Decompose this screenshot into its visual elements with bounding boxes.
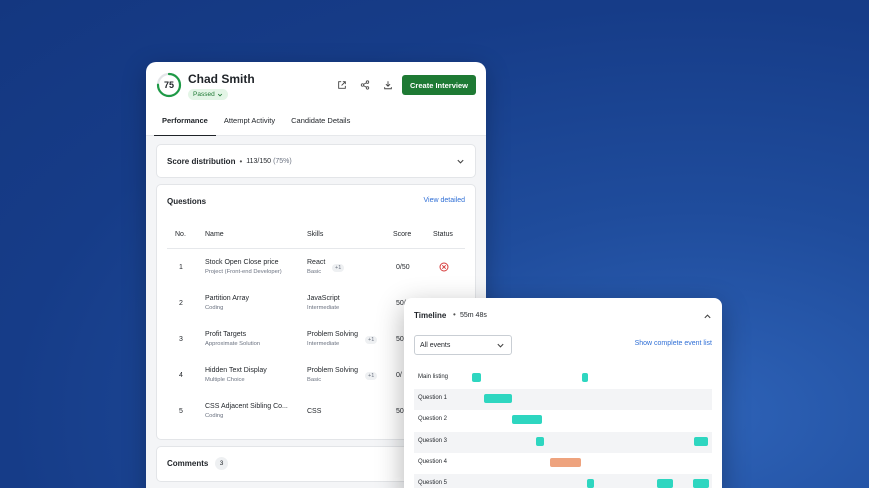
- score-distribution-title: Score distribution: [167, 156, 236, 166]
- timeline-event-bar[interactable]: [582, 373, 589, 382]
- tab-attempt-activity[interactable]: Attempt Activity: [216, 110, 283, 136]
- score-distribution-score: 113/150: [246, 157, 272, 165]
- comments-title: Comments: [167, 459, 209, 468]
- score-value: 75: [163, 80, 174, 90]
- column-header-name: Name: [205, 231, 224, 238]
- question-skill: React: [307, 259, 326, 266]
- table-row[interactable]: 1 Stock Open Close price Project (Front-…: [167, 250, 465, 286]
- question-type: Coding: [205, 413, 224, 419]
- column-header-no: No.: [175, 231, 186, 238]
- question-type: Coding: [205, 305, 224, 311]
- question-number: 3: [179, 336, 183, 343]
- question-name: Hidden Text Display: [205, 367, 267, 374]
- tab-candidate-details[interactable]: Candidate Details: [283, 110, 358, 136]
- extra-skills-badge: +1: [365, 336, 378, 344]
- create-interview-button[interactable]: Create Interview: [402, 75, 476, 95]
- tab-bar: Performance Attempt Activity Candidate D…: [154, 110, 358, 137]
- chevron-down-icon[interactable]: [456, 157, 465, 166]
- question-type: Approximate Solution: [205, 341, 261, 347]
- event-filter-select[interactable]: All events: [414, 335, 512, 355]
- extra-skills-badge: +1: [332, 264, 345, 272]
- question-type: Multiple Choice: [205, 377, 245, 383]
- view-detailed-link[interactable]: View detailed: [423, 197, 465, 204]
- timeline-event-bar[interactable]: [536, 436, 544, 446]
- timeline-row-label: Question 2: [418, 416, 448, 423]
- question-number: 1: [179, 264, 183, 271]
- question-skill-level: Basic: [307, 269, 322, 275]
- timeline-event-bar[interactable]: [484, 394, 513, 404]
- questions-title: Questions: [167, 197, 207, 206]
- question-score: 0/: [396, 372, 402, 379]
- status-badge-label: Passed: [193, 91, 215, 98]
- timeline-row: Main listing: [414, 368, 712, 389]
- timeline-row-label: Question 4: [418, 458, 448, 465]
- timeline-rows: Main listing Question 1 Question 2 Question…: [414, 368, 712, 488]
- question-name: CSS Adjacent Sibling Co...: [205, 403, 288, 410]
- question-skill: Problem Solving: [307, 367, 358, 374]
- share-icon[interactable]: [358, 78, 372, 92]
- candidate-header: 75 Chad Smith Passed Create Interview Pe…: [146, 62, 486, 137]
- show-complete-event-list-link[interactable]: Show complete event list: [635, 340, 712, 347]
- question-type: Project (Front-end Developer): [205, 269, 282, 275]
- question-skill: CSS: [307, 408, 322, 415]
- separator-dot: •: [453, 310, 456, 319]
- tab-performance[interactable]: Performance: [154, 110, 216, 137]
- question-skill-level: Basic: [307, 377, 322, 383]
- question-score: 0/50: [396, 264, 410, 271]
- timeline-event-bar[interactable]: [656, 478, 674, 488]
- candidate-name: Chad Smith: [188, 72, 255, 86]
- timeline-row: Question 4: [414, 453, 712, 474]
- status-badge[interactable]: Passed: [188, 89, 228, 100]
- timeline-row-label: Question 3: [418, 437, 448, 444]
- timeline-duration: 55m 48s: [460, 312, 487, 319]
- event-filter-value: All events: [420, 341, 451, 349]
- chevron-down-icon: [217, 93, 222, 96]
- score-distribution-percent: (75%): [273, 157, 292, 165]
- column-header-score: Score: [393, 231, 412, 238]
- timeline-event-bar[interactable]: [472, 373, 482, 382]
- question-name: Profit Targets: [205, 331, 247, 338]
- timeline-row-label: Main listing: [418, 374, 449, 380]
- timeline-event-bar[interactable]: [586, 478, 595, 488]
- question-name: Stock Open Close price: [205, 259, 279, 266]
- column-header-status: Status: [433, 231, 453, 238]
- timeline-row: Question 1: [414, 389, 712, 411]
- question-skill-level: Intermediate: [307, 341, 340, 347]
- download-icon[interactable]: [381, 78, 395, 92]
- timeline-row-label: Question 5: [418, 479, 448, 486]
- timeline-card: Timeline • 55m 48s All events Show compl…: [404, 298, 722, 488]
- question-number: 5: [179, 408, 183, 415]
- question-skill: Problem Solving: [307, 331, 358, 338]
- extra-skills-badge: +1: [365, 372, 378, 380]
- separator-dot: •: [239, 156, 243, 166]
- question-number: 2: [179, 300, 183, 307]
- failed-status-icon: [439, 262, 449, 274]
- column-header-skills: Skills: [307, 231, 324, 238]
- score-distribution-panel[interactable]: Score distribution • 113/150 (75%): [156, 144, 476, 178]
- timeline-event-bar[interactable]: [549, 457, 581, 467]
- question-skill-level: Intermediate: [307, 305, 340, 311]
- chevron-down-icon: [497, 343, 504, 348]
- timeline-row: Question 2: [414, 410, 712, 431]
- timeline-row: Question 5: [414, 473, 712, 488]
- question-number: 4: [179, 372, 183, 379]
- questions-table-header: No. Name Skills Score Status: [167, 229, 465, 249]
- timeline-row: Question 3: [414, 431, 712, 453]
- timeline-event-bar[interactable]: [512, 415, 543, 425]
- timeline-event-bar[interactable]: [692, 478, 709, 488]
- score-ring: 75: [156, 72, 182, 98]
- timeline-event-bar[interactable]: [694, 436, 708, 446]
- question-skill: JavaScript: [307, 295, 340, 302]
- question-name: Partition Array: [205, 295, 249, 302]
- external-link-icon[interactable]: [335, 78, 349, 92]
- comments-count-badge: 3: [215, 457, 228, 470]
- chevron-up-icon[interactable]: [703, 312, 712, 321]
- timeline-title: Timeline: [414, 311, 447, 320]
- timeline-row-label: Question 1: [418, 395, 448, 402]
